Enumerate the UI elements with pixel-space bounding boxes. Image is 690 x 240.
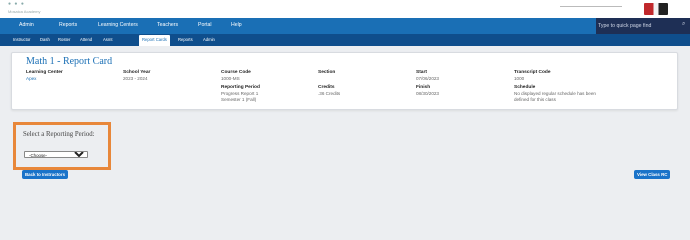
course-code-label: Course Code: [221, 70, 251, 75]
subnav-item-roster[interactable]: Roster: [58, 37, 70, 42]
reporting-period-value-1: Progress Report 1: [221, 91, 259, 96]
sub-nav: Instructor Dash Roster Attend Asmt Repor…: [0, 34, 690, 46]
nav-item-reports[interactable]: Reports: [59, 22, 77, 28]
divider: [560, 6, 622, 7]
finish-value: 08/30/2023: [416, 91, 439, 96]
main-nav: Admin Reports Learning Centers Teachers …: [0, 18, 690, 34]
credits-value: .36 Credits: [318, 91, 341, 96]
credits-label: Credits: [318, 85, 335, 90]
transcript-code-label: Transcript Code: [514, 70, 551, 75]
schedule-value-2: defined for this class: [514, 97, 556, 102]
user-avatar-icon[interactable]: [644, 3, 668, 15]
subnav-item-report-cards[interactable]: Report Cards: [139, 35, 170, 46]
course-code-value: 1000-MS: [221, 76, 240, 81]
reporting-period-dropdown[interactable]: -Choose-: [24, 151, 88, 158]
school-logo[interactable]: ● ● ● Mosaica Academy: [8, 2, 48, 16]
reporting-period-value-2: Semester 1 (Fall): [221, 97, 257, 102]
logo-mark: ● ● ●: [8, 1, 25, 7]
start-value: 07/06/2023: [416, 76, 439, 81]
schedule-label: Schedule: [514, 85, 536, 90]
subnav-item-admin[interactable]: Admin: [203, 37, 215, 42]
reporting-period-select-label: Select a Reporting Period:: [23, 131, 95, 138]
transcript-code-value: 1000: [514, 76, 525, 81]
quick-search: ⌕: [596, 18, 690, 34]
search-icon[interactable]: ⌕: [682, 21, 685, 28]
report-card-summary: Math 1 - Report Card Learning Center Ape…: [11, 52, 678, 110]
quick-search-input[interactable]: [598, 21, 678, 31]
learning-center-label: Learning Center: [26, 70, 63, 75]
nav-item-teachers[interactable]: Teachers: [157, 22, 178, 28]
finish-label: Finish: [416, 85, 431, 90]
section-label: Section: [318, 70, 336, 75]
reporting-period-label: Reporting Period: [221, 85, 260, 90]
logo-text: Mosaica Academy: [8, 9, 41, 14]
view-class-rc-button[interactable]: View Class RC: [634, 170, 671, 179]
subnav-item-dash[interactable]: Dash: [40, 37, 50, 42]
subnav-item-instructor[interactable]: Instructor: [13, 37, 30, 42]
school-year-label: School Year: [123, 70, 151, 75]
start-label: Start: [416, 70, 427, 75]
page-title: Math 1 - Report Card: [26, 56, 113, 67]
subnav-item-attend[interactable]: Attend: [80, 37, 92, 42]
subnav-item-asmt[interactable]: Asmt: [103, 37, 113, 42]
subnav-item-reports[interactable]: Reports: [178, 37, 193, 42]
reporting-period-selector: Select a Reporting Period: -Choose-: [13, 122, 111, 170]
nav-item-portal[interactable]: Portal: [198, 22, 212, 28]
back-to-instructors-button[interactable]: Back to Instructors: [22, 170, 69, 179]
nav-item-admin[interactable]: Admin: [19, 22, 34, 28]
nav-item-help[interactable]: Help: [231, 22, 242, 28]
school-year-value: 2023 - 2024: [123, 76, 148, 81]
learning-center-link[interactable]: Apex: [26, 76, 36, 81]
schedule-value-1: No displayed regular schedule has been: [514, 91, 596, 96]
nav-item-learning-centers[interactable]: Learning Centers: [98, 22, 138, 28]
top-strip: ● ● ● Mosaica Academy: [0, 0, 690, 18]
